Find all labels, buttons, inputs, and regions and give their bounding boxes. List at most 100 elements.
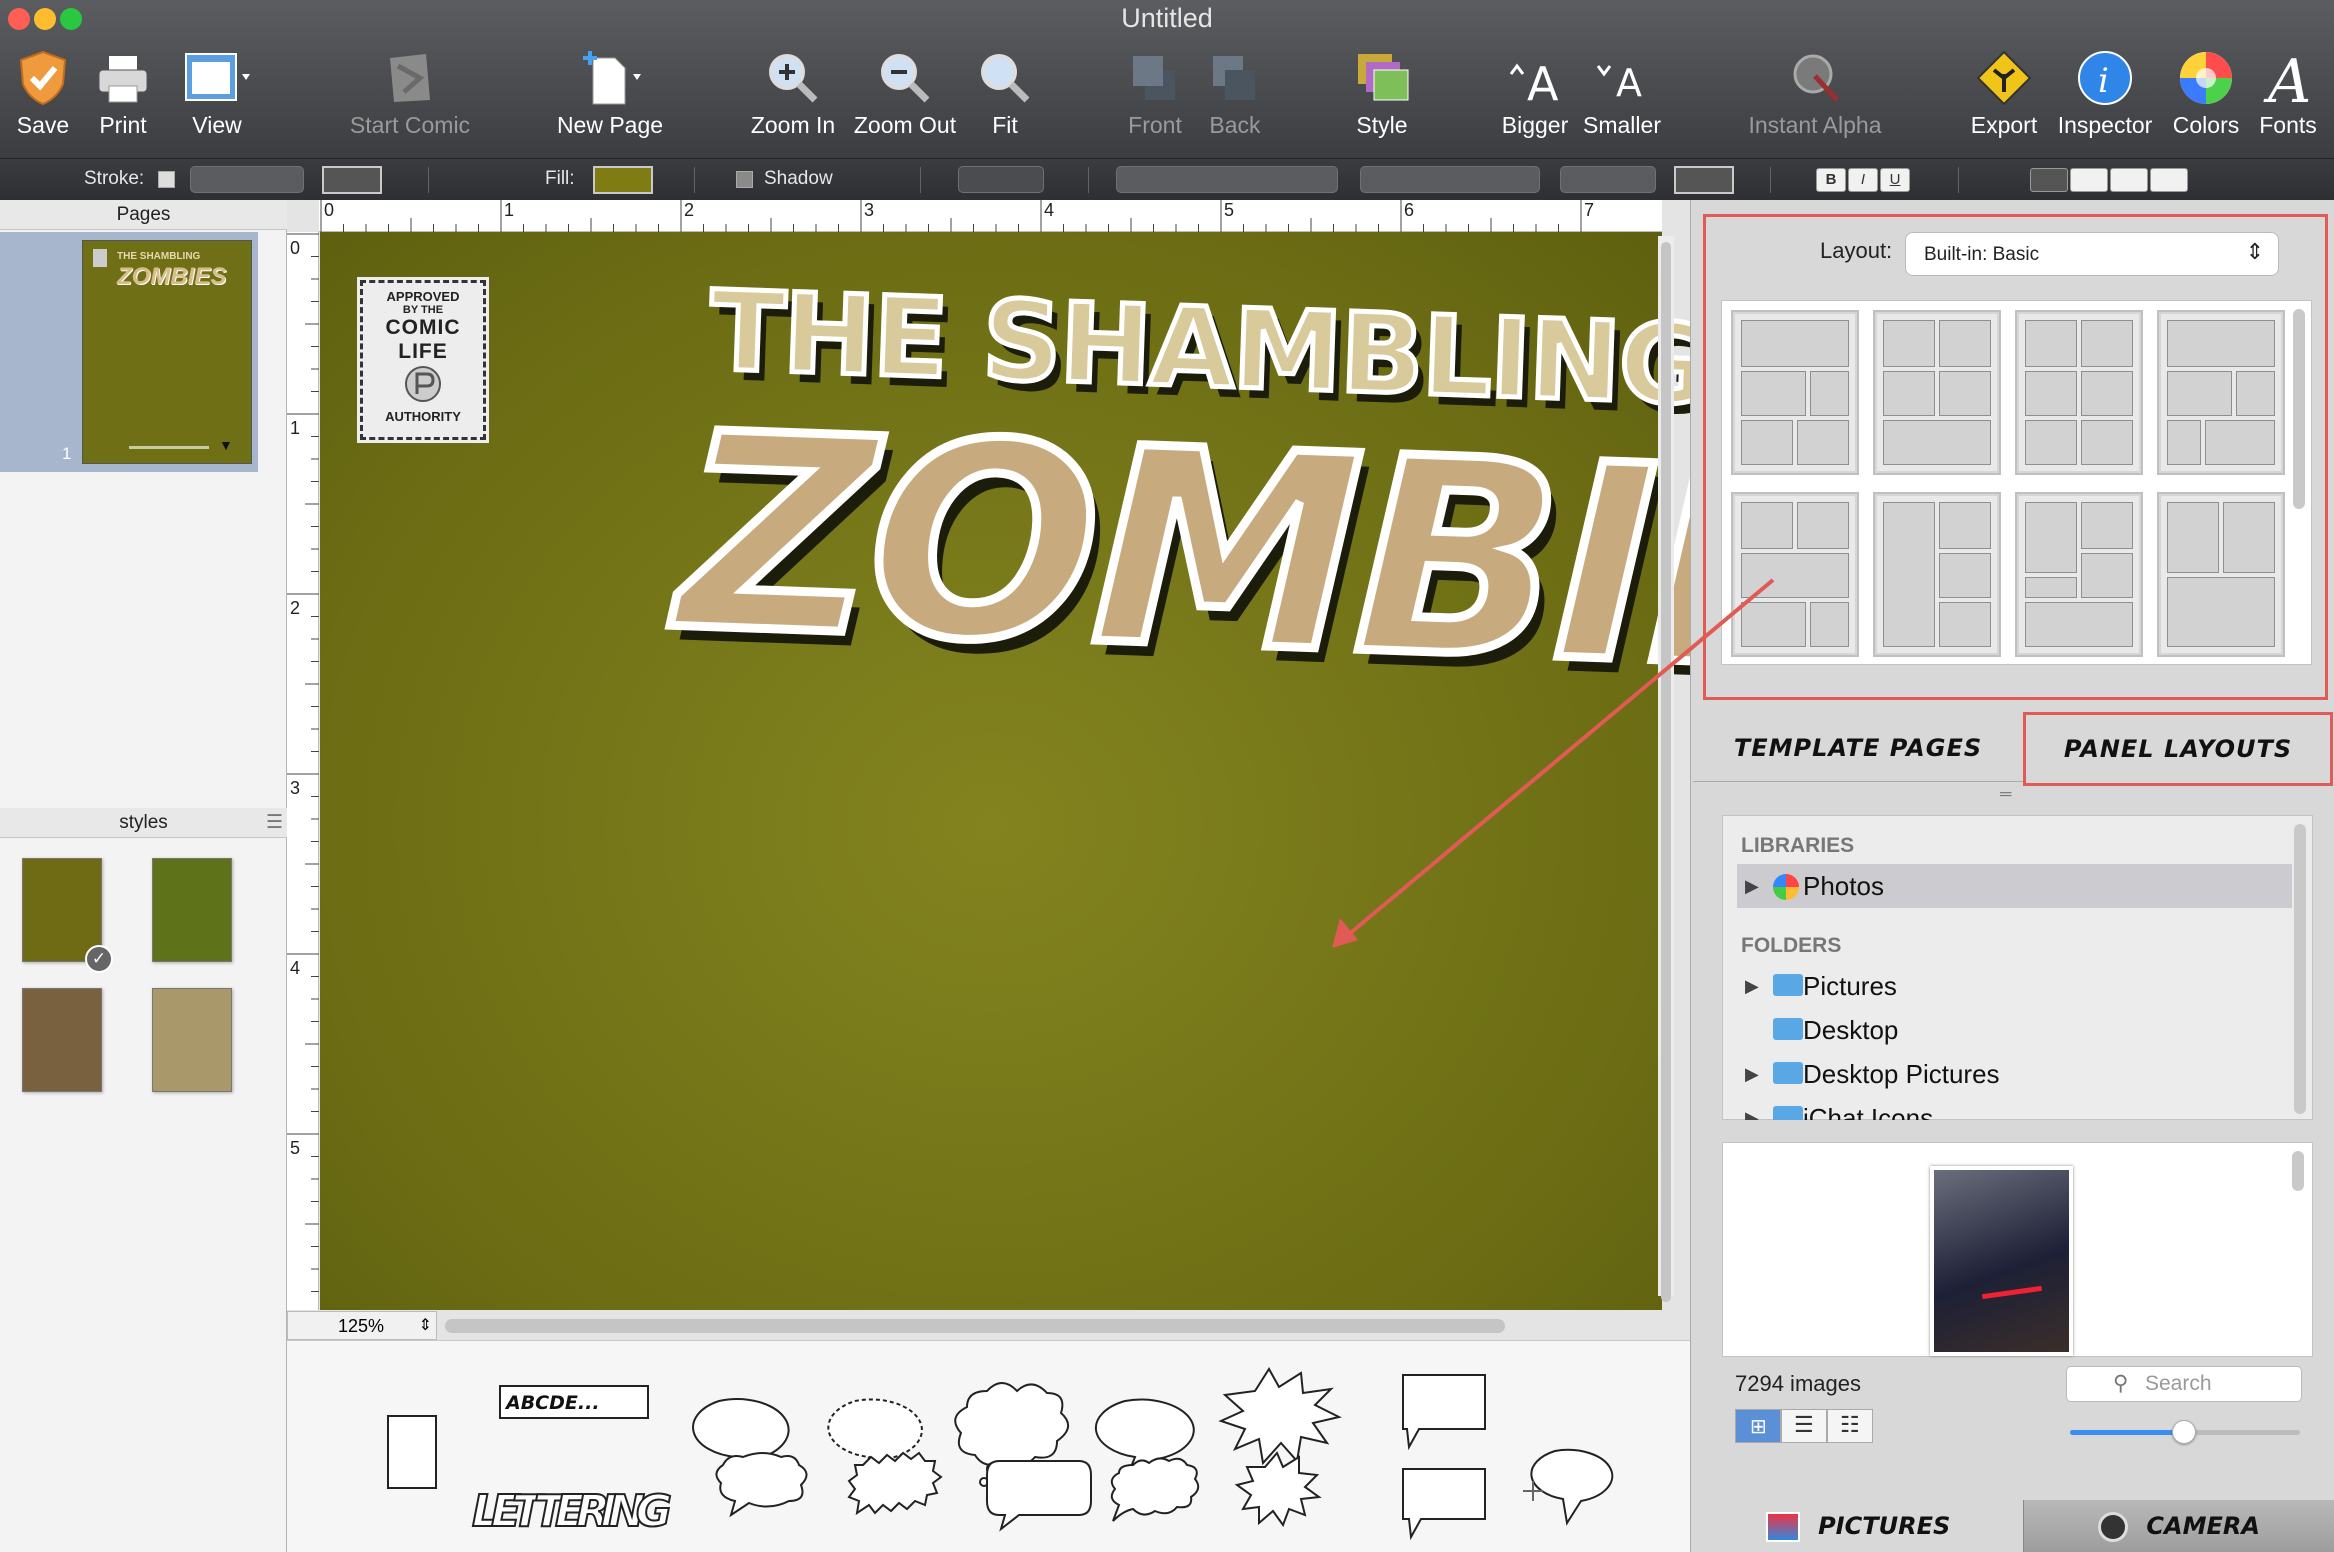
stroke-color-well[interactable] bbox=[322, 166, 382, 194]
align-right-button[interactable] bbox=[2110, 168, 2148, 192]
rounded-rect-balloon[interactable] bbox=[986, 1460, 1092, 1532]
underline-button[interactable]: U bbox=[1880, 168, 1910, 192]
page-thumbnail-footer bbox=[129, 446, 209, 449]
italic-button[interactable]: I bbox=[1848, 168, 1878, 192]
shadow-popup[interactable] bbox=[958, 166, 1044, 193]
wavy-balloon[interactable] bbox=[715, 1452, 808, 1518]
image-search-field[interactable]: ⚲ Search bbox=[2066, 1366, 2302, 1402]
stamp-line-by-the: BY THE bbox=[402, 304, 444, 316]
folder-item-desktop-pictures[interactable]: ▶ Desktop Pictures bbox=[1737, 1052, 2292, 1096]
export-label: Export bbox=[1970, 112, 2038, 138]
style-swatch-olive[interactable]: ✓ bbox=[22, 858, 113, 973]
start-comic-button[interactable]: Start Comic bbox=[340, 48, 480, 139]
tab-camera[interactable]: CAMERA bbox=[2023, 1500, 2334, 1552]
page-thumbnail-row[interactable]: 1 THE SHAMBLING ZOMBIES ▼ bbox=[0, 232, 258, 472]
zoom-level-popup[interactable]: 125% ⇕ bbox=[287, 1311, 437, 1340]
sources-scrollbar[interactable] bbox=[2294, 824, 2306, 1114]
text-color-well[interactable] bbox=[1674, 166, 1734, 194]
font-size-popup[interactable] bbox=[1560, 166, 1656, 193]
zoom-in-button[interactable]: Zoom In bbox=[748, 48, 838, 139]
zoom-out-icon bbox=[881, 54, 930, 103]
disclosure-triangle-icon[interactable]: ▶ bbox=[1745, 1052, 1759, 1096]
folder-item-label: Desktop bbox=[1803, 1015, 1899, 1045]
style-swatch-green[interactable] bbox=[152, 858, 232, 962]
align-center-button[interactable] bbox=[2070, 168, 2108, 192]
style-button[interactable]: Style bbox=[1347, 48, 1417, 139]
comic-title-main[interactable]: ZOMBIES bbox=[670, 370, 2026, 740]
style-swatch-tan[interactable] bbox=[152, 988, 232, 1092]
back-button[interactable]: Back bbox=[1200, 48, 1270, 139]
fonts-button[interactable]: A Fonts bbox=[2252, 48, 2324, 139]
fill-color-well[interactable] bbox=[593, 166, 653, 194]
stroke-width-popup[interactable] bbox=[190, 166, 304, 193]
new-page-label: New Page bbox=[556, 112, 664, 138]
zoom-out-button[interactable]: Zoom Out bbox=[850, 48, 960, 139]
style-label: Style bbox=[1356, 112, 1408, 138]
export-button[interactable]: Export bbox=[1966, 48, 2042, 139]
vertical-scrollbar[interactable] bbox=[1661, 242, 1671, 1302]
splitter-handle-icon[interactable]: ═ bbox=[2000, 786, 2011, 804]
burst-balloon[interactable] bbox=[1234, 1451, 1322, 1528]
rectangle-speech-balloon[interactable] bbox=[1402, 1374, 1486, 1451]
font-face-popup[interactable] bbox=[1360, 166, 1540, 193]
ruler-label: 0 bbox=[290, 238, 301, 258]
smaller-button[interactable]: A Smaller bbox=[1582, 48, 1662, 139]
thought-balloon[interactable] bbox=[954, 1382, 1069, 1467]
caption-item[interactable]: ABCDE... bbox=[499, 1385, 649, 1419]
new-page-icon bbox=[583, 51, 641, 105]
font-family-popup[interactable] bbox=[1116, 166, 1338, 193]
scalloped-balloon[interactable] bbox=[1110, 1457, 1200, 1522]
align-justify-button[interactable] bbox=[2150, 168, 2188, 192]
bigger-button[interactable]: A Bigger bbox=[1495, 48, 1575, 139]
styles-panel-menu-icon[interactable]: ☰ bbox=[266, 808, 283, 838]
jagged-balloon[interactable] bbox=[847, 1451, 943, 1516]
shout-balloon[interactable] bbox=[1218, 1367, 1342, 1466]
approval-stamp[interactable]: APPROVED BY THE COMIC LIFE AUTHORITY bbox=[357, 277, 489, 443]
tab-template-pages[interactable]: TEMPLATE PAGES bbox=[1693, 714, 2023, 782]
thumbnail-size-knob[interactable] bbox=[2172, 1420, 2196, 1444]
colors-button[interactable]: Colors bbox=[2168, 48, 2244, 139]
grid-view-button[interactable]: ⊞ bbox=[1735, 1409, 1781, 1443]
lettering-item[interactable]: LETTERING bbox=[471, 1485, 673, 1538]
page-thumbnail-stamp bbox=[93, 249, 107, 267]
page-menu-triangle-icon[interactable]: ▼ bbox=[219, 437, 233, 453]
front-button[interactable]: Front bbox=[1120, 48, 1190, 139]
image-thumbnail[interactable] bbox=[1930, 1166, 2073, 1356]
view-button[interactable]: View bbox=[172, 48, 262, 139]
images-scrollbar[interactable] bbox=[2292, 1151, 2304, 1191]
folder-item-desktop[interactable]: Desktop bbox=[1737, 1008, 2292, 1052]
tab-panel-layouts[interactable]: PANEL LAYOUTS bbox=[2023, 712, 2333, 786]
bring-front-icon bbox=[1133, 56, 1175, 100]
stamp-line-authority: AUTHORITY bbox=[385, 409, 461, 424]
bold-button[interactable]: B bbox=[1816, 168, 1846, 192]
instant-alpha-label: Instant Alpha bbox=[1748, 112, 1882, 138]
tailed-balloon[interactable] bbox=[1530, 1448, 1614, 1526]
comic-page[interactable]: APPROVED BY THE COMIC LIFE AUTHORITY THE… bbox=[320, 232, 2027, 1310]
left-sidebar: Pages 1 THE SHAMBLING ZOMBIES ▼ styles ☰… bbox=[0, 200, 287, 1552]
inspector-button[interactable]: i Inspector bbox=[2050, 48, 2160, 139]
disclosure-triangle-icon[interactable]: ▶ bbox=[1745, 1096, 1759, 1120]
page-thumbnail[interactable]: THE SHAMBLING ZOMBIES ▼ bbox=[82, 240, 252, 464]
print-button[interactable]: Print bbox=[88, 48, 158, 139]
fit-button[interactable]: Fit bbox=[970, 48, 1040, 139]
stroke-checkbox[interactable] bbox=[158, 171, 175, 188]
palette-items: ABCDE... LETTERING bbox=[387, 1367, 1614, 1541]
instant-alpha-button[interactable]: Instant Alpha bbox=[1740, 48, 1890, 139]
align-left-button[interactable] bbox=[2030, 168, 2068, 192]
style-swatch-brown[interactable] bbox=[22, 988, 102, 1092]
library-item-photos[interactable]: ▶ Photos bbox=[1737, 864, 2292, 908]
list-view-button[interactable]: ☰ bbox=[1781, 1409, 1827, 1443]
tab-pictures[interactable]: PICTURES bbox=[1693, 1500, 2023, 1552]
caption-tail-balloon[interactable] bbox=[1402, 1468, 1486, 1541]
folder-item-pictures[interactable]: ▶ Pictures bbox=[1737, 964, 2292, 1008]
shadow-checkbox[interactable] bbox=[736, 171, 753, 188]
folder-item-ichat-icons[interactable]: ▶ iChat Icons bbox=[1737, 1096, 2292, 1120]
folder-icon bbox=[1773, 1018, 1803, 1040]
save-button[interactable]: Save bbox=[8, 48, 78, 139]
new-page-button[interactable]: New Page bbox=[550, 48, 670, 139]
detail-view-button[interactable]: ☷ bbox=[1827, 1409, 1873, 1443]
blank-panel-item[interactable] bbox=[387, 1415, 437, 1489]
disclosure-triangle-icon[interactable]: ▶ bbox=[1745, 964, 1759, 1008]
horizontal-scrollbar[interactable] bbox=[445, 1319, 1505, 1333]
disclosure-triangle-icon[interactable]: ▶ bbox=[1745, 864, 1759, 908]
